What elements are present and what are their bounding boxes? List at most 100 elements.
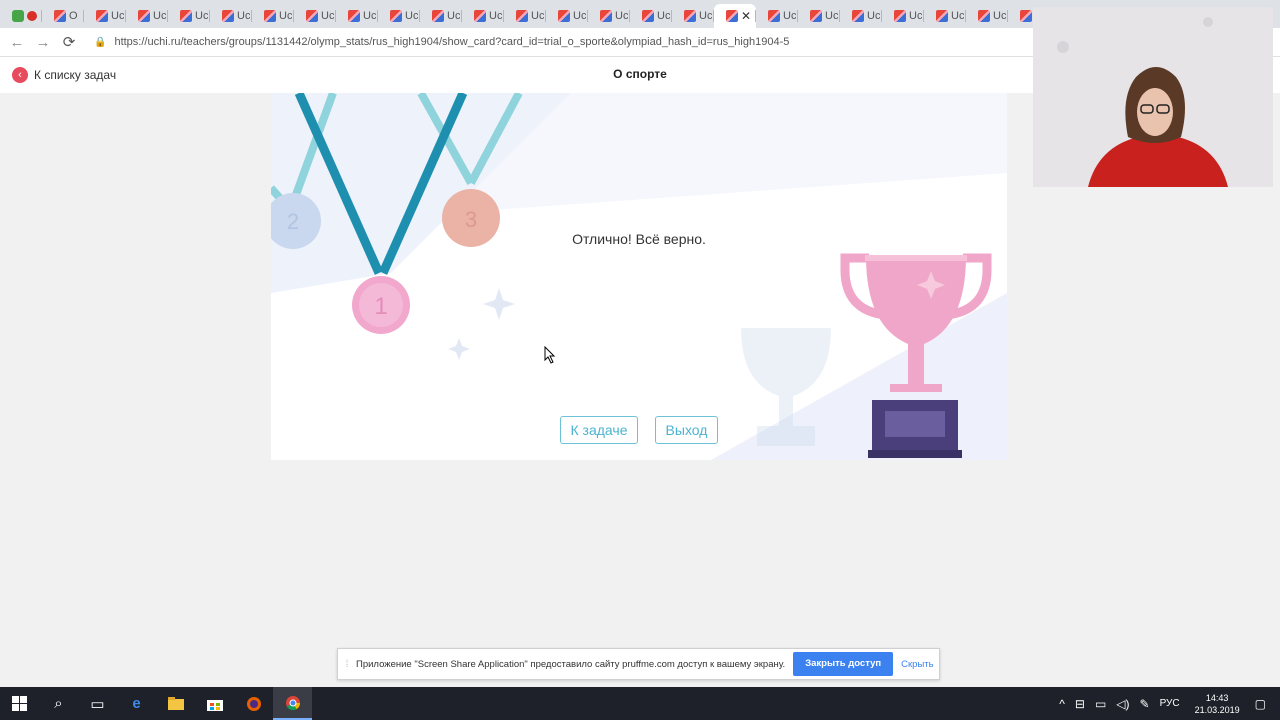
tab-label: Uc <box>111 10 125 22</box>
tab-label: Uc <box>237 10 251 22</box>
uchi-favicon-icon <box>264 10 276 22</box>
uchi-favicon-icon <box>852 10 864 22</box>
browser-tab[interactable]: Uc <box>84 4 126 28</box>
uchi-favicon-icon <box>432 10 444 22</box>
tab-label: Uc <box>699 10 713 22</box>
success-message: Отлично! Всё верно. <box>572 231 706 247</box>
browser-tab[interactable]: Uc <box>798 4 840 28</box>
store-icon[interactable] <box>195 687 234 720</box>
browser-tab[interactable]: Uc <box>210 4 252 28</box>
browser-tab[interactable]: Uc <box>588 4 630 28</box>
browser-tab[interactable]: Uc <box>546 4 588 28</box>
uchi-favicon-icon <box>348 10 360 22</box>
windows-taskbar: ⌕ ▭ e ^ ⊟ ▭ ◁) ✎ РУС 14:43 21.03.2019 ▢ <box>0 687 1280 720</box>
screen-share-text: Приложение "Screen Share Application" пр… <box>356 658 786 670</box>
browser-tab[interactable]: Uc <box>126 4 168 28</box>
file-explorer-icon[interactable] <box>156 687 195 720</box>
browser-tab[interactable]: Uc <box>882 4 924 28</box>
uchi-favicon-icon <box>558 10 570 22</box>
browser-tab[interactable]: Uc <box>756 4 798 28</box>
recording-icon <box>27 11 37 21</box>
browser-tab[interactable]: Uc <box>462 4 504 28</box>
firefox-icon[interactable] <box>234 687 273 720</box>
back-to-task-button[interactable]: К задаче <box>560 416 638 444</box>
tab-label: Uc <box>489 10 503 22</box>
browser-tab[interactable]: Uc <box>840 4 882 28</box>
browser-tab[interactable]: Uc <box>252 4 294 28</box>
close-tab-icon[interactable]: ✕ <box>741 9 751 23</box>
tab-label: Uc <box>573 10 587 22</box>
browser-tab-active[interactable]: ✕ <box>714 4 756 28</box>
uchi-favicon-icon <box>96 10 108 22</box>
chrome-icon[interactable] <box>273 687 312 720</box>
volume-icon[interactable]: ◁) <box>1116 697 1129 711</box>
result-card: 2 3 1 Отлично! Всё верно. К задаче Выход <box>271 93 1007 460</box>
screen-share-bar: ⁞ Приложение "Screen Share Application" … <box>337 648 940 680</box>
medal-third-label: 3 <box>465 207 477 232</box>
tab-label: Uc <box>321 10 335 22</box>
sparkle-icon <box>483 288 515 320</box>
browser-tab[interactable]: Uc <box>966 4 1008 28</box>
notifications-icon[interactable]: ▢ <box>1255 697 1266 711</box>
battery-icon[interactable]: ▭ <box>1095 697 1106 711</box>
uchi-favicon-icon <box>138 10 150 22</box>
uchi-favicon-icon <box>642 10 654 22</box>
clock-date: 21.03.2019 <box>1194 704 1240 715</box>
browser-tab[interactable]: Uc <box>294 4 336 28</box>
search-icon[interactable]: ⌕ <box>39 687 78 720</box>
reload-icon[interactable]: ⟳ <box>56 33 82 51</box>
browser-tab[interactable] <box>0 4 42 28</box>
uchi-favicon-icon <box>1020 10 1032 22</box>
uchi-favicon-icon <box>306 10 318 22</box>
tab-label: О <box>69 10 78 22</box>
mouse-cursor-icon <box>544 346 556 364</box>
address-bar[interactable]: https://uchi.ru/teachers/groups/1131442/… <box>114 36 789 48</box>
lock-icon: 🔒 <box>94 36 107 48</box>
tab-label: Uc <box>951 10 965 22</box>
drag-handle-icon[interactable]: ⁞ <box>338 659 356 670</box>
uchi-favicon-icon <box>54 10 66 22</box>
browser-tab[interactable]: Uc <box>630 4 672 28</box>
uchi-favicon-icon <box>516 10 528 22</box>
pen-icon[interactable]: ✎ <box>1140 697 1150 711</box>
medal-first-label: 1 <box>374 293 387 320</box>
tab-label: Uc <box>657 10 671 22</box>
task-view-icon[interactable]: ▭ <box>78 687 117 720</box>
forward-arrow-icon[interactable]: → <box>30 34 56 51</box>
windows-start-icon[interactable] <box>0 687 39 720</box>
tab-label: Uc <box>867 10 881 22</box>
tab-label: Uc <box>447 10 461 22</box>
exit-button[interactable]: Выход <box>655 416 718 444</box>
tab-label: Uc <box>195 10 209 22</box>
tab-label: Uc <box>279 10 293 22</box>
browser-tab[interactable]: Uc <box>504 4 546 28</box>
browser-tab[interactable]: Uc <box>672 4 714 28</box>
language-indicator[interactable]: РУС <box>1160 698 1180 709</box>
chevron-up-icon[interactable]: ^ <box>1059 697 1065 711</box>
tab-label: Uc <box>615 10 629 22</box>
browser-tab[interactable]: Uc <box>168 4 210 28</box>
system-tray: ^ ⊟ ▭ ◁) ✎ РУС 14:43 21.03.2019 ▢ <box>1054 687 1280 720</box>
stop-sharing-button[interactable]: Закрыть доступ <box>793 652 894 676</box>
uchi-favicon-icon <box>936 10 948 22</box>
edge-browser-icon[interactable]: e <box>117 687 156 720</box>
sparkle-icon <box>448 338 470 360</box>
clock[interactable]: 14:43 21.03.2019 <box>1195 692 1240 716</box>
uchi-favicon-icon <box>600 10 612 22</box>
clock-time: 14:43 <box>1205 692 1229 703</box>
browser-tab[interactable]: О <box>42 4 84 28</box>
browser-tab[interactable]: Uc <box>420 4 462 28</box>
uchi-favicon-icon <box>726 10 738 22</box>
tab-label: Uc <box>405 10 419 22</box>
browser-tab[interactable]: Uc <box>336 4 378 28</box>
network-icon[interactable]: ⊟ <box>1075 697 1085 711</box>
back-arrow-icon[interactable]: ← <box>4 34 30 51</box>
uchi-favicon-icon <box>810 10 822 22</box>
tab-label: Uc <box>825 10 839 22</box>
celebration-illustration: 2 3 1 <box>271 93 1007 460</box>
hide-share-bar-button[interactable]: Скрыть <box>901 659 933 670</box>
webcam-video <box>1033 7 1273 187</box>
browser-tab[interactable]: Uc <box>378 4 420 28</box>
browser-tab[interactable]: Uc <box>924 4 966 28</box>
uchi-favicon-icon <box>474 10 486 22</box>
